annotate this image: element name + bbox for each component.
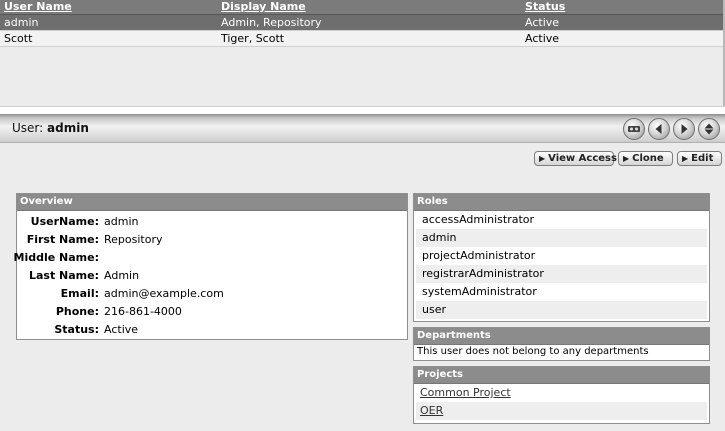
page-title: User: admin: [12, 121, 89, 135]
list-item: user: [416, 301, 707, 319]
play-icon: ▶: [682, 154, 689, 163]
column-header-display-name[interactable]: Display Name: [221, 1, 306, 13]
edit-button[interactable]: ▶ Edit: [677, 151, 722, 166]
list-item: Common Project: [416, 384, 707, 402]
collapse-button[interactable]: [698, 118, 720, 140]
detail-title-bar: User: admin: [0, 114, 725, 143]
field-label: Last Name:: [28, 269, 99, 282]
edit-label: Edit: [691, 153, 714, 164]
display-name-cell: Tiger, Scott: [221, 32, 285, 45]
overview-title: Overview: [17, 194, 407, 211]
collapse-icon: [704, 123, 714, 135]
clone-button[interactable]: ▶ Clone: [618, 151, 673, 166]
list-item: systemAdministrator: [422, 285, 537, 298]
field-label: UserName:: [30, 215, 99, 228]
clone-label: Clone: [632, 153, 664, 164]
previous-button[interactable]: [648, 118, 670, 140]
list-item: admin: [416, 229, 707, 247]
projects-panel: Projects Common Project OER: [413, 366, 710, 424]
table-header: User Name Display Name Status: [0, 0, 723, 15]
field-value: admin: [104, 215, 139, 228]
field-value: Admin: [104, 269, 140, 282]
column-header-status[interactable]: Status: [525, 1, 565, 13]
field-phone: Phone: 216-861-4000: [17, 303, 407, 320]
field-status: Status: Active: [17, 321, 407, 338]
overview-panel: Overview UserName: admin First Name: Rep…: [13, 193, 408, 340]
field-label: Email:: [60, 287, 99, 300]
departments-panel: Departments This user does not belong to…: [413, 327, 710, 361]
title-user-name: admin: [47, 121, 89, 135]
table-row[interactable]: Scott Tiger, Scott Active: [0, 31, 723, 47]
field-last-name: Last Name: Admin: [17, 267, 407, 284]
field-label: First Name:: [26, 233, 99, 246]
project-link[interactable]: OER: [420, 404, 443, 417]
field-email: Email: admin@example.com: [17, 285, 407, 302]
field-value: 216-861-4000: [104, 305, 182, 318]
projects-title: Projects: [414, 367, 709, 384]
project-link[interactable]: Common Project: [420, 386, 511, 399]
field-label: Middle Name:: [13, 251, 99, 264]
tape-button[interactable]: [623, 118, 645, 140]
field-label: Phone:: [55, 305, 99, 318]
display-name-cell: Admin, Repository: [221, 16, 322, 29]
status-cell: Active: [525, 16, 560, 29]
user-name-cell: Scott: [4, 32, 33, 45]
next-icon: [681, 124, 688, 134]
field-first-name: First Name: Repository: [17, 231, 407, 248]
roles-title: Roles: [414, 194, 709, 211]
field-value: admin@example.com: [104, 287, 224, 300]
roles-panel: Roles accessAdministrator admin projectA…: [413, 193, 710, 322]
departments-empty-message: This user does not belong to any departm…: [417, 346, 649, 357]
table-row[interactable]: admin Admin, Repository Active: [0, 15, 723, 31]
tape-icon: [628, 126, 640, 132]
list-item: accessAdministrator: [422, 213, 535, 226]
title-prefix: User:: [12, 121, 44, 135]
list-item: registrarAdministrator: [416, 265, 707, 283]
column-header-user-name[interactable]: User Name: [4, 1, 72, 13]
play-icon: ▶: [623, 154, 630, 163]
list-item: projectAdministrator: [422, 249, 536, 262]
play-icon: ▶: [539, 154, 546, 163]
status-cell: Active: [525, 32, 560, 45]
field-middle-name: Middle Name:: [13, 249, 407, 266]
user-table: User Name Display Name Status admin Admi…: [0, 0, 725, 106]
list-item: OER: [416, 402, 707, 420]
user-name-cell: admin: [4, 16, 39, 29]
departments-title: Departments: [414, 328, 709, 345]
view-access-label: View Access: [548, 153, 617, 164]
field-value: Repository: [104, 233, 163, 246]
field-label: Status:: [54, 323, 99, 336]
field-value: Active: [104, 323, 139, 336]
previous-icon: [655, 124, 662, 134]
view-access-button[interactable]: ▶ View Access: [534, 151, 617, 166]
next-button[interactable]: [673, 118, 695, 140]
field-username: UserName: admin: [17, 213, 407, 230]
